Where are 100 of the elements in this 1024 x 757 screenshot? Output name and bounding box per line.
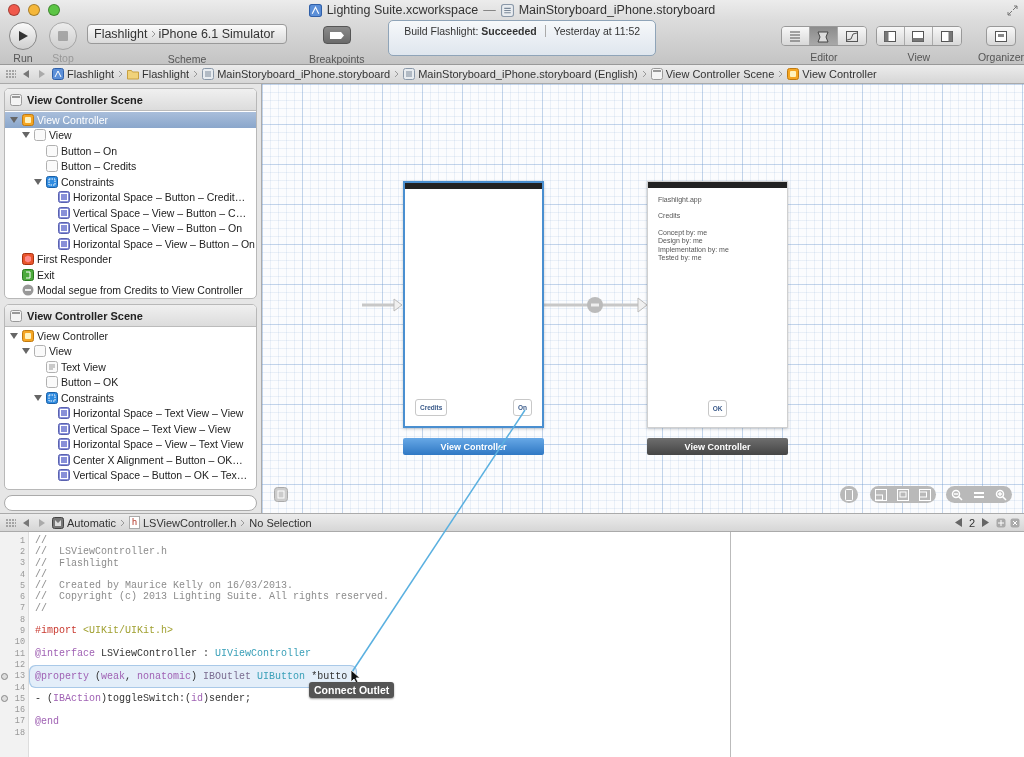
outline-item[interactable]: Horizontal Space – Button – Credit… — [5, 189, 256, 205]
run-button[interactable] — [9, 22, 37, 50]
connect-outlet-tooltip: Connect Outlet — [309, 682, 395, 698]
header-file-icon: h — [128, 516, 140, 529]
right-pane-icon — [938, 28, 955, 44]
view-toggle-button[interactable] — [876, 27, 905, 45]
minimize-button[interactable] — [28, 4, 40, 16]
filter-field[interactable] — [4, 495, 257, 511]
code-line: // LSViewController.h — [35, 546, 169, 558]
outline-item[interactable]: Horizontal Space – View – Text View — [5, 436, 256, 452]
disclosure-triangle-icon[interactable] — [10, 331, 18, 340]
stop-button[interactable] — [49, 22, 77, 50]
related-items-icon[interactable] — [6, 518, 16, 527]
outline-item[interactable]: Horizontal Space – Text View – View — [5, 405, 256, 421]
play-icon — [17, 30, 29, 42]
line-number: 11 — [14, 648, 25, 659]
chevron-icon — [119, 518, 125, 527]
code-line: // Copyright (c) 2013 Lighting Suite. All rights reserved. — [35, 591, 391, 603]
add-icon[interactable] — [996, 517, 1006, 528]
outline-item[interactable]: Center X Alignment – Button – OK… — [5, 452, 256, 468]
close-button[interactable] — [8, 4, 20, 16]
organizer-label: Organizer — [977, 51, 1024, 63]
breadcrumb[interactable]: Automatic — [52, 516, 116, 529]
code-editor[interactable] — [29, 532, 731, 757]
outline-item[interactable]: Text View — [5, 359, 256, 375]
document-title: MainStoryboard_iPhone.storyboard — [518, 3, 716, 17]
fullscreen-icon[interactable] — [1007, 4, 1018, 16]
outline-item[interactable]: Constraints — [5, 174, 256, 190]
next-button[interactable] — [979, 518, 992, 527]
editor-mode-button[interactable] — [837, 27, 866, 45]
breadcrumb[interactable]: Flashlight — [52, 68, 115, 80]
form-factor-button[interactable] — [840, 486, 858, 503]
outline-item[interactable]: View — [5, 127, 256, 143]
outline-item[interactable]: Vertical Space – Button – OK – Tex… — [5, 467, 256, 483]
outline-item[interactable]: View — [5, 343, 256, 359]
back-icon — [23, 70, 29, 78]
connection-circle-icon[interactable] — [1, 695, 8, 703]
code-line: @property (weak, nonatomic) IBOutlet UIButton *butto — [35, 670, 349, 682]
button-object-icon — [46, 376, 58, 389]
code-line: @interface LSViewController : UIViewController — [35, 647, 313, 660]
outline-item[interactable]: Button – On — [5, 143, 256, 159]
view-toggle-button[interactable] — [932, 27, 961, 45]
forward-icon — [39, 70, 45, 78]
view-toggle-button[interactable] — [904, 27, 933, 45]
outline-item[interactable]: Button – Credits — [5, 158, 256, 174]
disclosure-triangle-icon[interactable] — [22, 131, 30, 140]
line-number: 13 — [14, 671, 25, 682]
disclosure-triangle-icon[interactable] — [10, 115, 18, 124]
constraint-icon — [58, 191, 70, 204]
code-line: // Flashlight — [35, 557, 120, 569]
scheme-popup[interactable]: Flashlight iPhone 6.1 Simulator — [87, 24, 287, 44]
next-icon — [982, 518, 989, 527]
outline-item[interactable]: Vertical Space – View – Button – On — [5, 220, 256, 236]
zoom-button[interactable] — [48, 4, 60, 16]
organizer-button[interactable] — [985, 26, 1016, 46]
outline-item[interactable]: View Controller — [5, 328, 256, 344]
outline-item[interactable]: Vertical Space – Text View – View — [5, 421, 256, 437]
outline-item[interactable]: Exit — [5, 267, 256, 283]
outline-item[interactable]: Horizontal Space – View – Button – On — [5, 236, 256, 252]
stop-icon — [58, 31, 68, 41]
previous-icon — [954, 518, 962, 527]
breadcrumb[interactable]: Flashlight — [127, 68, 190, 80]
disclosure-triangle-icon[interactable] — [22, 347, 30, 356]
breadcrumb[interactable]: MainStoryboard_iPhone.storyboard — [202, 68, 391, 80]
related-items-icon[interactable] — [6, 70, 16, 78]
line-number: 4 — [19, 569, 25, 580]
segue-arrow[interactable] — [544, 297, 648, 313]
breadcrumb[interactable]: MainStoryboard_iPhone.storyboard (English) — [403, 68, 638, 80]
outline-item[interactable]: Vertical Space – View – Button – C… — [5, 205, 256, 221]
breakpoints-button[interactable] — [322, 26, 351, 44]
code-line: // — [35, 602, 48, 615]
line-number: 14 — [14, 682, 25, 693]
breadcrumb[interactable]: View Controller Scene — [650, 68, 775, 80]
outline-item[interactable]: Constraints — [5, 390, 256, 406]
line-number: 7 — [19, 603, 25, 614]
view-label: View — [907, 51, 931, 63]
line-number: 2 — [19, 546, 25, 557]
line-number: 6 — [19, 592, 25, 603]
constraint-icon — [58, 237, 70, 250]
scene-icon — [650, 68, 663, 80]
outline-item[interactable]: First Responder — [5, 251, 256, 267]
run-label: Run — [13, 52, 33, 64]
breadcrumb[interactable]: No Selection — [249, 516, 312, 529]
outline-item[interactable]: Button – OK — [5, 374, 256, 390]
disclosure-triangle-icon[interactable] — [34, 177, 42, 186]
outline-item[interactable]: Modal segue from Credits to View Controller — [5, 282, 256, 298]
breadcrumb[interactable]: h LSViewController.h — [128, 516, 237, 529]
disclosure-triangle-icon[interactable] — [34, 393, 42, 402]
cube-icon — [22, 253, 34, 266]
editor-mode-button[interactable] — [809, 27, 838, 45]
view-controller-icon — [22, 329, 34, 342]
connection-circle-icon[interactable] — [1, 672, 8, 680]
line-number: 3 — [19, 558, 25, 569]
close-icon[interactable] — [1010, 517, 1020, 528]
outline-toggle-icon[interactable] — [274, 487, 288, 502]
breadcrumb[interactable]: View Controller — [787, 68, 877, 80]
scene-label[interactable]: View Controller — [647, 438, 788, 455]
layout-icon — [919, 488, 931, 501]
line-number: 16 — [14, 705, 25, 716]
zoom-out-icon — [951, 488, 963, 501]
